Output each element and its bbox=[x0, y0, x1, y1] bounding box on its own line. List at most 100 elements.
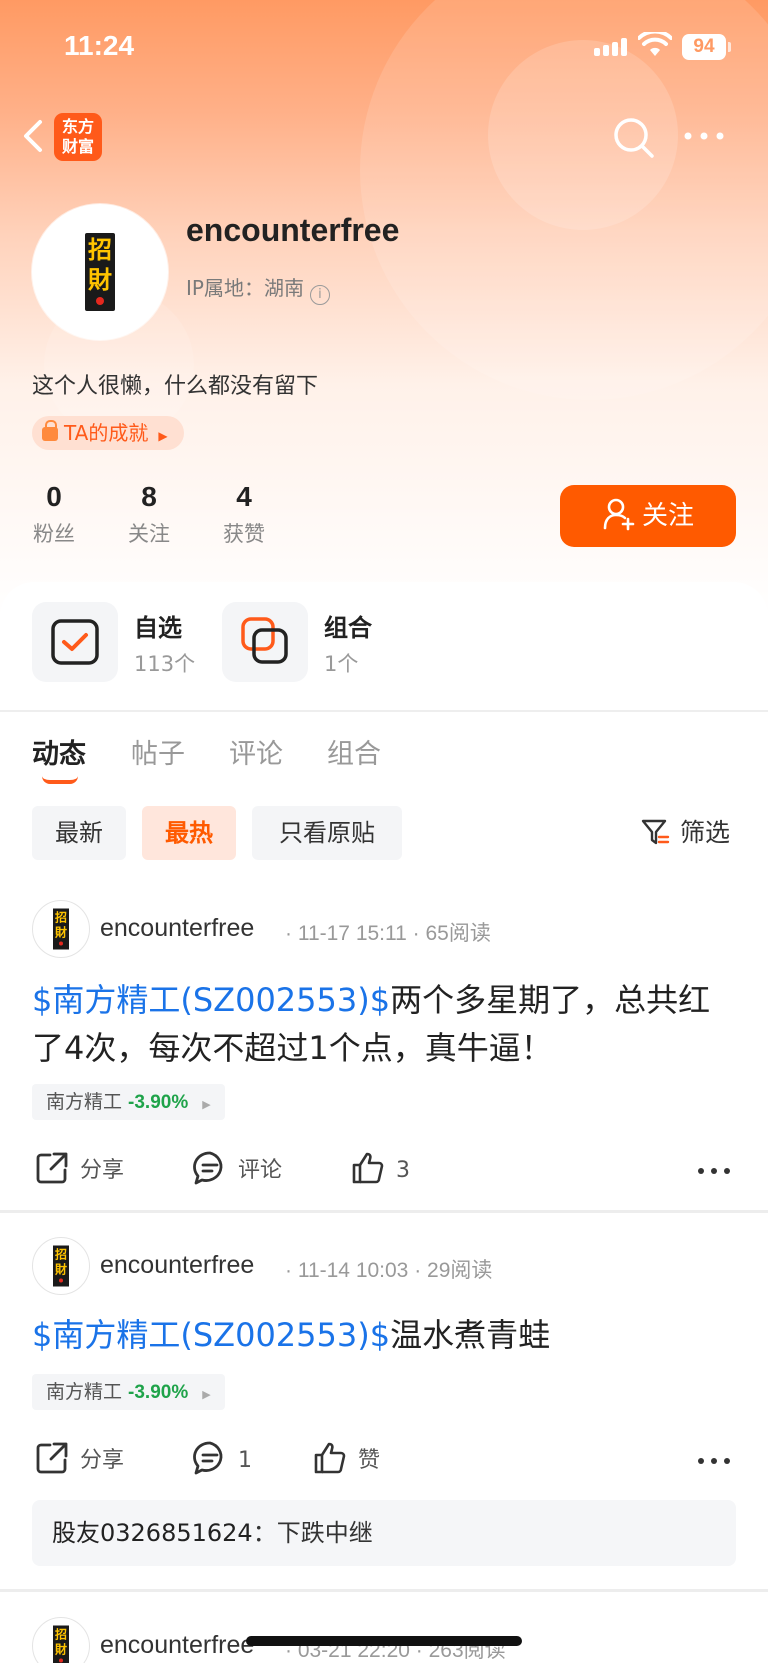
thumbs-up-icon bbox=[352, 1152, 384, 1184]
post-more-icon[interactable] bbox=[698, 1168, 734, 1178]
avatar-text: 招財 bbox=[54, 910, 67, 940]
avatar-text: 招財 bbox=[88, 236, 112, 294]
tab-posts[interactable]: 帖子 bbox=[131, 732, 185, 771]
author-avatar[interactable]: 招財 bbox=[32, 900, 90, 958]
ip-location: IP属地：湖南 i bbox=[186, 272, 330, 305]
post-content[interactable]: $南方精工(SZ002553)$温水煮青蛙 bbox=[32, 1311, 742, 1359]
chip-original-only[interactable]: 只看原贴 bbox=[252, 806, 402, 860]
post-author[interactable]: encounterfree bbox=[100, 914, 254, 943]
stat-label: 获赞 bbox=[223, 522, 265, 546]
comment-separator: ： bbox=[252, 1519, 277, 1547]
like-count: 3 bbox=[396, 1158, 410, 1183]
chip-latest[interactable]: 最新 bbox=[32, 806, 126, 860]
add-user-icon bbox=[603, 498, 635, 531]
search-icon[interactable] bbox=[610, 114, 658, 162]
share-button[interactable]: 分享 bbox=[34, 1440, 124, 1476]
home-indicator[interactable] bbox=[246, 1636, 522, 1646]
tab-portfolios[interactable]: 组合 bbox=[327, 732, 381, 771]
active-tab-indicator bbox=[42, 776, 78, 784]
post-author[interactable]: encounterfree bbox=[100, 1251, 254, 1280]
status-bar: 11:24 94 bbox=[0, 0, 768, 96]
share-icon bbox=[36, 1442, 68, 1474]
stock-link[interactable]: $南方精工(SZ002553)$ bbox=[32, 981, 390, 1019]
follow-button-label: 关注 bbox=[641, 501, 694, 531]
avatar-text: 招財 bbox=[54, 1247, 67, 1277]
tab-activity[interactable]: 动态 bbox=[32, 732, 86, 771]
username: encounterfree bbox=[186, 212, 400, 248]
portfolio-icon bbox=[222, 602, 308, 682]
app-logo[interactable]: 东方 财富 bbox=[54, 113, 102, 161]
post-divider bbox=[0, 1589, 768, 1592]
stock-tag[interactable]: 南方精工 -3.90% ▶ bbox=[32, 1374, 225, 1410]
comment-label: 评论 bbox=[238, 1158, 283, 1183]
filter-icon bbox=[641, 819, 670, 845]
comment-preview[interactable]: 股友0326851624：下跌中继 bbox=[32, 1500, 736, 1566]
chevron-right-icon: ▶ bbox=[158, 429, 168, 443]
tab-comments[interactable]: 评论 bbox=[229, 732, 283, 771]
comment-button[interactable]: 评论 bbox=[192, 1150, 282, 1186]
sort-chips: 最新 最热 只看原贴 筛选 bbox=[0, 806, 768, 862]
stock-link[interactable]: $南方精工(SZ002553)$ bbox=[32, 1316, 390, 1354]
profile-bio: 这个人很懒，什么都没有留下 bbox=[32, 374, 319, 399]
profile-avatar[interactable]: 招財 bbox=[32, 204, 168, 340]
signal-icon bbox=[594, 36, 634, 56]
app-logo-line1: 东方 bbox=[61, 117, 94, 136]
post-text-part: 两个多星期了，总共红 bbox=[390, 981, 711, 1019]
comment-icon bbox=[193, 1441, 223, 1475]
avatar-seal bbox=[59, 1658, 63, 1663]
comment-user[interactable]: 股友0326851624 bbox=[52, 1519, 253, 1547]
section-divider bbox=[0, 710, 768, 712]
stat-fans[interactable]: 0 粉丝 bbox=[24, 480, 84, 548]
comment-count: 1 bbox=[238, 1448, 252, 1473]
filter-button[interactable]: 筛选 bbox=[640, 806, 730, 860]
follow-button[interactable]: 关注 bbox=[560, 485, 736, 547]
share-label: 分享 bbox=[80, 1158, 125, 1183]
share-button[interactable]: 分享 bbox=[34, 1150, 124, 1186]
status-time: 11:24 bbox=[64, 30, 135, 61]
wifi-icon bbox=[638, 32, 672, 56]
back-arrow-icon[interactable] bbox=[18, 118, 48, 154]
stat-label: 关注 bbox=[128, 522, 170, 546]
post-divider bbox=[0, 1210, 768, 1213]
battery-indicator: 94 bbox=[682, 34, 726, 60]
comment-button[interactable]: 1 bbox=[192, 1440, 252, 1476]
stock-change: -3.90% bbox=[128, 1382, 189, 1403]
stat-value: 8 bbox=[141, 481, 157, 512]
filter-label: 筛选 bbox=[680, 818, 731, 847]
like-button[interactable]: 3 bbox=[350, 1150, 410, 1186]
avatar-seal bbox=[96, 297, 104, 305]
author-avatar[interactable]: 招財 bbox=[32, 1237, 90, 1295]
stat-label: 粉丝 bbox=[33, 522, 75, 546]
post-more-icon[interactable] bbox=[698, 1458, 734, 1468]
stock-name: 南方精工 bbox=[46, 1091, 123, 1113]
stock-change: -3.90% bbox=[128, 1092, 189, 1113]
like-button[interactable]: 赞 bbox=[312, 1440, 380, 1476]
app-logo-line2: 财富 bbox=[61, 137, 94, 156]
chip-hottest[interactable]: 最热 bbox=[142, 806, 236, 860]
stat-following[interactable]: 8 关注 bbox=[119, 480, 179, 548]
thumbs-up-icon bbox=[314, 1442, 346, 1474]
chevron-right-icon: ▶ bbox=[202, 1388, 211, 1401]
share-icon bbox=[36, 1152, 68, 1184]
stat-likes[interactable]: 4 获赞 bbox=[214, 480, 274, 548]
top-nav: 东方 财富 bbox=[0, 104, 768, 168]
more-options-icon[interactable] bbox=[680, 116, 728, 156]
watchlist-icon bbox=[32, 602, 118, 682]
achievement-button[interactable]: TA的成就 ▶ bbox=[32, 416, 184, 450]
content-tabs: 动态 帖子 评论 组合 bbox=[0, 728, 768, 788]
stock-tag[interactable]: 南方精工 -3.90% ▶ bbox=[32, 1084, 225, 1120]
author-avatar[interactable]: 招財 bbox=[32, 1617, 90, 1663]
post-meta: · 11-14 10:03 · 29阅读 bbox=[285, 1259, 493, 1282]
portfolio-count: 1个 bbox=[324, 652, 359, 676]
stat-value: 4 bbox=[236, 481, 252, 512]
post-content[interactable]: $南方精工(SZ002553)$两个多星期了，总共红 了4次，每次不超过1个点，… bbox=[32, 976, 742, 1072]
stat-value: 0 bbox=[46, 481, 62, 512]
post-text-part: 了4次，每次不超过1个点，真牛逼！ bbox=[32, 1029, 553, 1067]
post-author[interactable]: encounterfree bbox=[100, 1631, 254, 1660]
avatar-sign: 招財 bbox=[53, 1245, 69, 1287]
info-icon[interactable]: i bbox=[309, 285, 330, 305]
ip-location-text: IP属地：湖南 bbox=[186, 276, 304, 300]
avatar-text: 招財 bbox=[54, 1627, 67, 1657]
watchlist-title: 自选 bbox=[134, 614, 182, 642]
comment-icon bbox=[193, 1151, 223, 1185]
